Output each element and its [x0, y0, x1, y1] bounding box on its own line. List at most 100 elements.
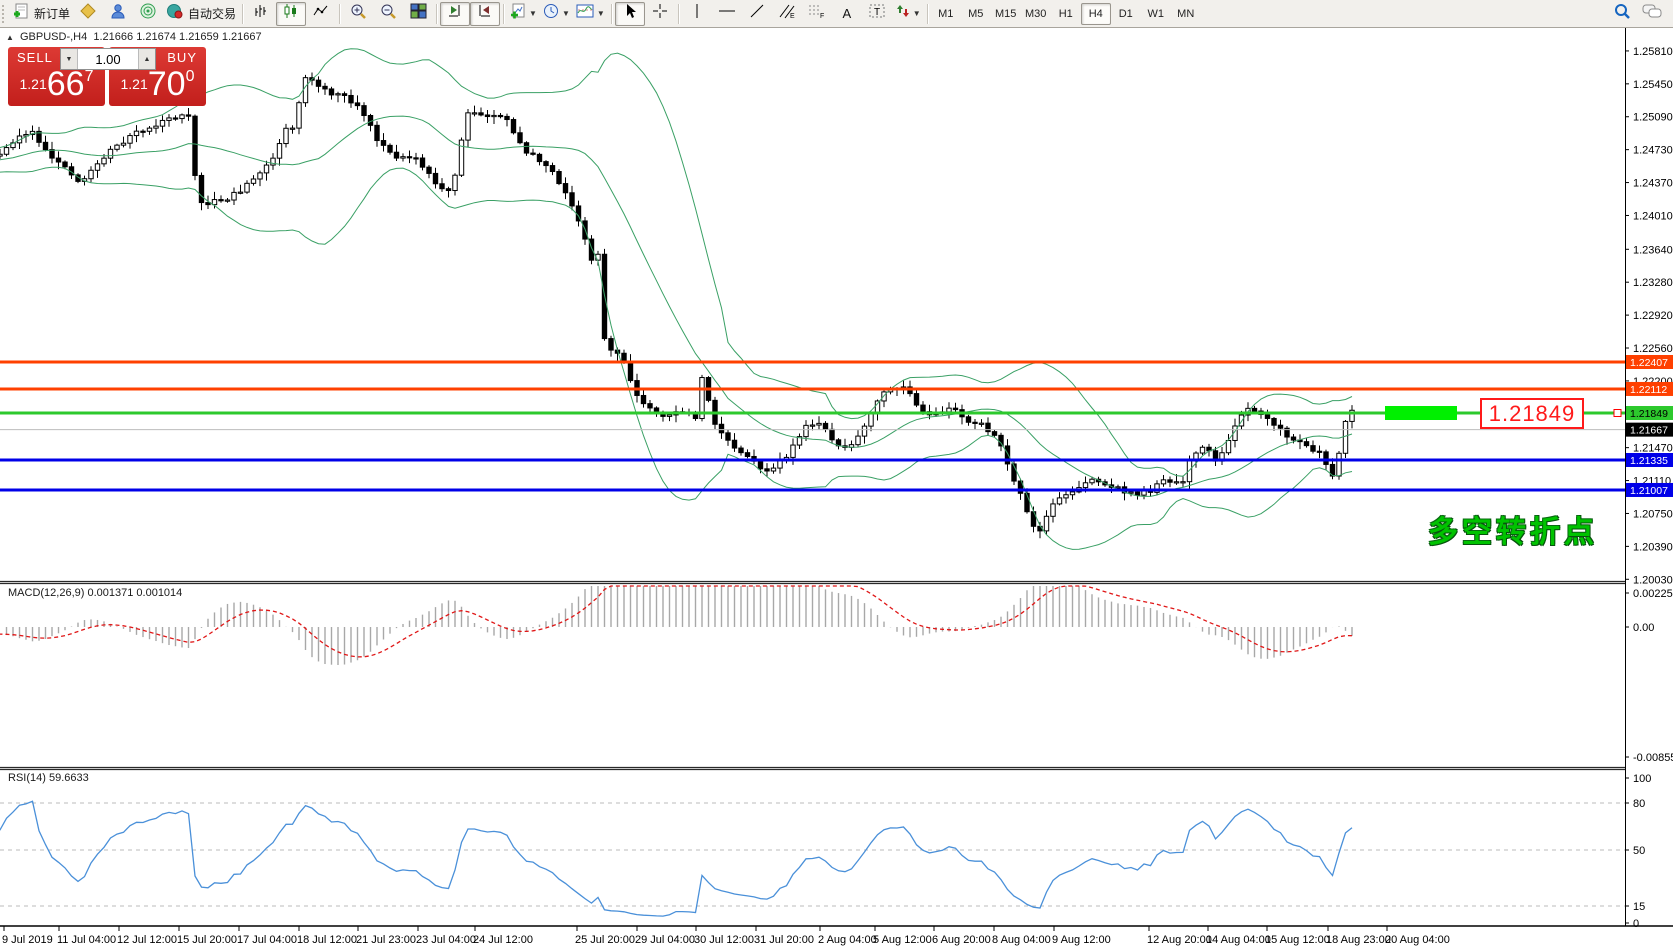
svg-text:80: 80: [1633, 798, 1645, 810]
bar-chart-button[interactable]: [246, 2, 276, 26]
pivot-note-text[interactable]: 多空转折点: [1428, 507, 1598, 551]
fibonacci-icon: F: [808, 3, 826, 24]
equidistant-channel-icon: E: [778, 3, 796, 24]
volume-stepper: ▼ 1.00 ▲: [60, 48, 156, 70]
timeframe-h1-button[interactable]: H1: [1051, 3, 1081, 25]
timeframe-mn-button[interactable]: MN: [1171, 3, 1201, 25]
collapse-triangle-icon[interactable]: ▲: [6, 33, 14, 42]
svg-text:1.25450: 1.25450: [1633, 79, 1673, 91]
toolbar-separator: [503, 4, 504, 24]
crosshair-button[interactable]: [645, 2, 675, 26]
profile-button[interactable]: [103, 2, 133, 26]
macd-histogram: [7, 586, 1353, 665]
timeframe-m5-button[interactable]: M5: [961, 3, 991, 25]
symbol-name: GBPUSD-,H4: [20, 31, 87, 43]
crayon-button[interactable]: [73, 2, 103, 26]
svg-text:15: 15: [1633, 901, 1645, 913]
symbol-header: ▲ GBPUSD-,H4 1.21666 1.21674 1.21659 1.2…: [6, 31, 262, 43]
sell-price-main: 66: [47, 65, 85, 103]
shift-end-button[interactable]: [440, 2, 470, 26]
svg-text:1.22112: 1.22112: [1630, 384, 1667, 396]
chart-canvas[interactable]: 1.258101.254501.250901.247301.243701.240…: [0, 0, 1673, 950]
svg-text:1.24010: 1.24010: [1633, 210, 1673, 222]
callout-anchor-marker: [1614, 410, 1621, 417]
volume-input[interactable]: 1.00: [78, 49, 138, 69]
line-chart-button[interactable]: [306, 2, 336, 26]
rsi-line: [0, 801, 1352, 916]
tile-windows-button[interactable]: [403, 2, 433, 26]
cursor-button[interactable]: [615, 2, 645, 26]
svg-text:30 Jul 12:00: 30 Jul 12:00: [694, 934, 754, 946]
text-label-icon: T: [868, 3, 886, 24]
templates-icon: [576, 3, 595, 24]
timeframe-m1-button[interactable]: M1: [931, 3, 961, 25]
mt4-terminal-window: { "toolbar": { "new_order": "新订单", "auto…: [0, 0, 1673, 950]
svg-text:2 Aug 04:00: 2 Aug 04:00: [818, 934, 877, 946]
zoom-out-button[interactable]: [373, 2, 403, 26]
rsi-indicator-label: RSI(14) 59.6633: [8, 772, 89, 784]
macd-pane: [0, 586, 1352, 665]
svg-text:1.20390: 1.20390: [1633, 541, 1673, 553]
equidistant-channel-button[interactable]: E: [772, 2, 802, 26]
svg-text:11 Jul 04:00: 11 Jul 04:00: [57, 934, 116, 946]
text-button[interactable]: A: [832, 2, 862, 26]
horizontal-line-button[interactable]: [712, 2, 742, 26]
templates-button[interactable]: ▼: [573, 2, 608, 26]
svg-text:1.23280: 1.23280: [1633, 277, 1673, 289]
svg-text:14 Aug 04:00: 14 Aug 04:00: [1206, 934, 1271, 946]
new-chart-button[interactable]: ▼: [507, 2, 540, 26]
fibonacci-button[interactable]: F: [802, 2, 832, 26]
crosshair-icon: [652, 3, 668, 24]
chat-button[interactable]: [1637, 2, 1667, 26]
clock-icon: [543, 3, 560, 24]
periods-button[interactable]: ▼: [540, 2, 573, 26]
buy-price-pip: 0: [186, 68, 195, 85]
svg-text:1.22560: 1.22560: [1633, 343, 1673, 355]
svg-text:100: 100: [1633, 773, 1651, 785]
ohlc-open: 1.21666: [93, 31, 133, 43]
toolbar-separator: [927, 4, 928, 24]
svg-text:1.20030: 1.20030: [1633, 574, 1673, 586]
arrows-button[interactable]: ▼: [892, 2, 924, 26]
dropdown-arrow-icon: ▼: [529, 9, 537, 18]
line-chart-icon: [313, 3, 329, 24]
auto-scroll-button[interactable]: [470, 2, 500, 26]
svg-text:20 Aug 04:00: 20 Aug 04:00: [1385, 934, 1450, 946]
trendline-button[interactable]: [742, 2, 772, 26]
buy-price-main: 70: [148, 65, 186, 103]
sell-price: 1.21667: [8, 65, 105, 104]
price-callout-box[interactable]: 1.21849: [1480, 398, 1584, 429]
timeframe-d1-button[interactable]: D1: [1111, 3, 1141, 25]
text-icon: A: [842, 6, 851, 21]
volume-increase-button[interactable]: ▲: [138, 49, 155, 69]
shift-end-icon: [447, 3, 463, 24]
candle-chart-button[interactable]: [276, 2, 306, 26]
volume-decrease-button[interactable]: ▼: [61, 49, 78, 69]
toolbar-separator: [611, 4, 612, 24]
new-order-icon: [13, 3, 30, 24]
zoom-in-button[interactable]: [343, 2, 373, 26]
zoom-in-icon: [350, 3, 367, 24]
svg-text:25 Jul 20:00: 25 Jul 20:00: [575, 934, 635, 946]
ohlc-high: 1.21674: [136, 31, 176, 43]
search-icon: [1613, 3, 1631, 25]
radar-icon: [139, 3, 157, 24]
timeframe-h4-button[interactable]: H4: [1081, 3, 1111, 25]
vertical-line-button[interactable]: [682, 2, 712, 26]
autotrade-button[interactable]: 自动交易: [163, 2, 239, 26]
svg-text:1.24730: 1.24730: [1633, 145, 1673, 157]
svg-text:0.002256: 0.002256: [1633, 588, 1673, 600]
timeframe-m30-button[interactable]: M30: [1021, 3, 1051, 25]
timeframe-w1-button[interactable]: W1: [1141, 3, 1171, 25]
autotrade-label: 自动交易: [188, 5, 236, 22]
svg-text:18 Jul 12:00: 18 Jul 12:00: [297, 934, 357, 946]
sell-label: SELL: [17, 50, 53, 65]
svg-text:1.21007: 1.21007: [1630, 485, 1668, 497]
svg-text:17 Jul 04:00: 17 Jul 04:00: [237, 934, 297, 946]
new-order-button[interactable]: 新订单: [10, 2, 73, 26]
timeframe-m15-button[interactable]: M15: [991, 3, 1021, 25]
text-label-button[interactable]: T: [862, 2, 892, 26]
radar-button[interactable]: [133, 2, 163, 26]
search-button[interactable]: [1607, 2, 1637, 26]
toolbar-grip[interactable]: [2, 5, 8, 23]
